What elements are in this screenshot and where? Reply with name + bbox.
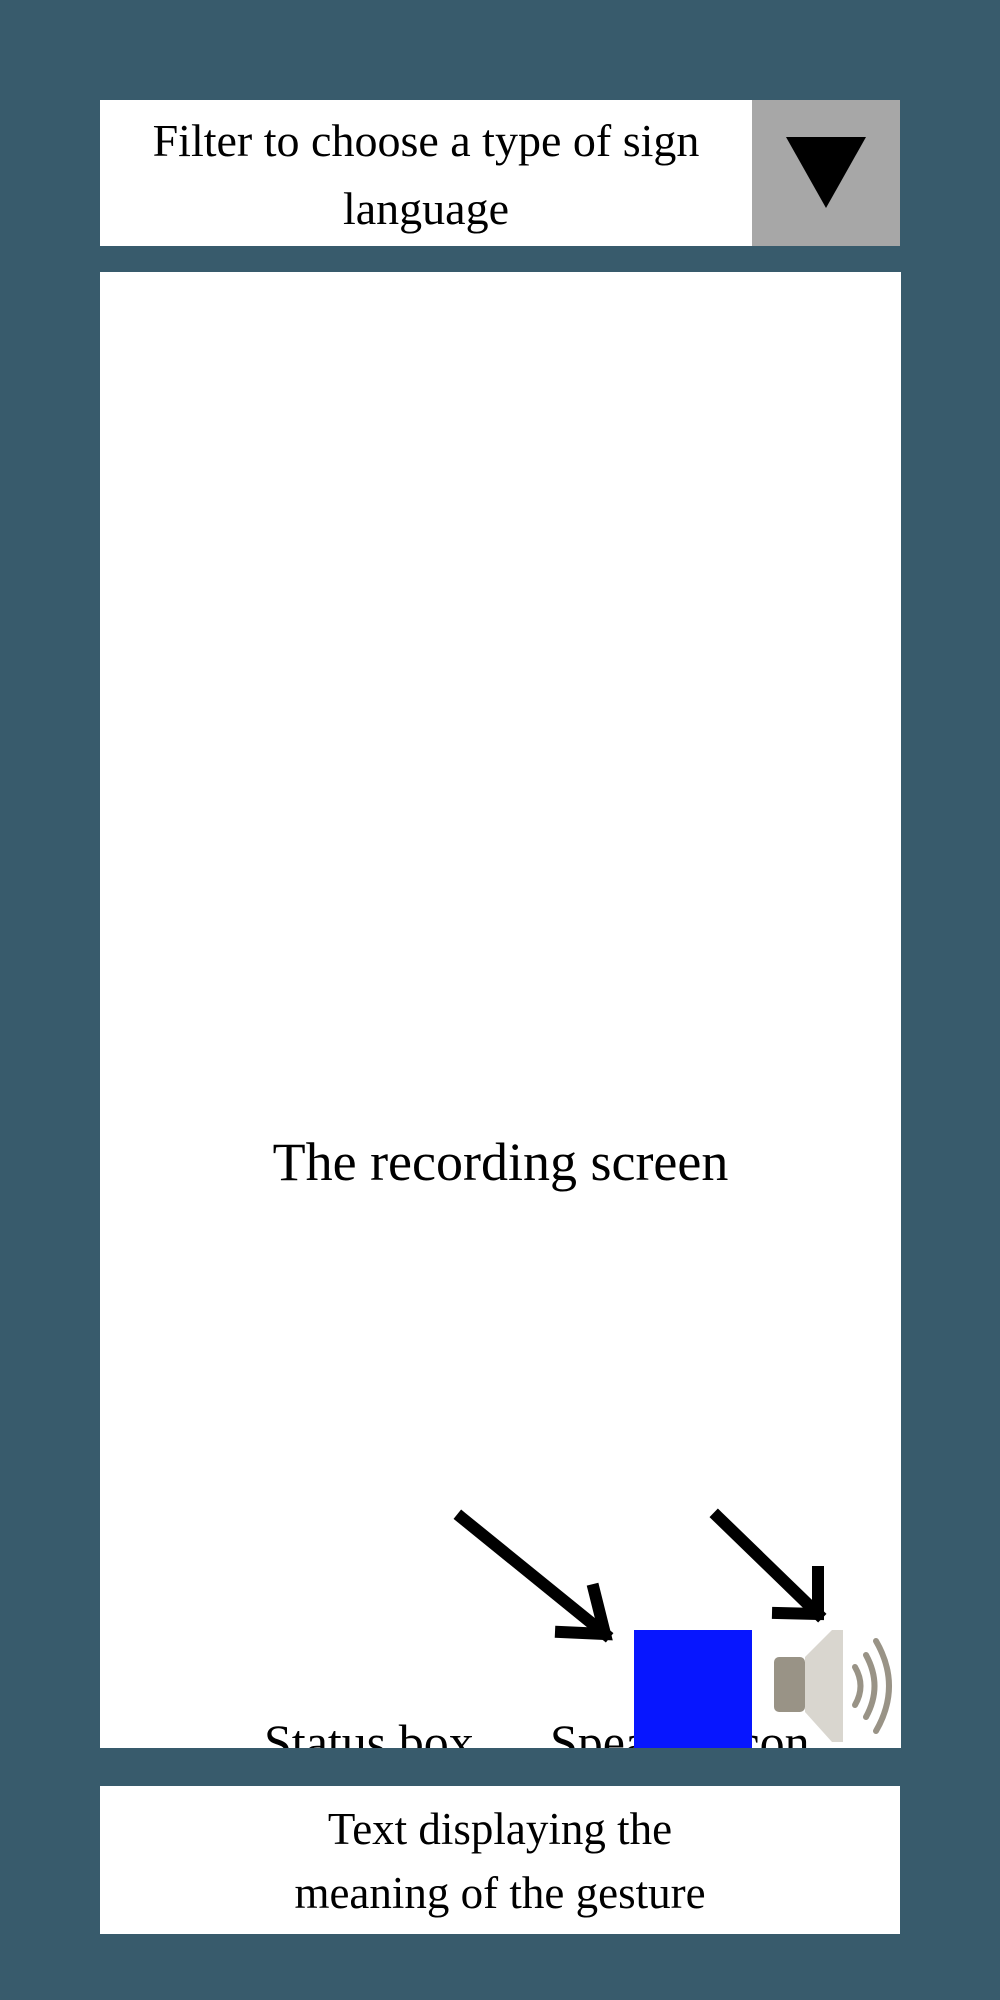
filter-label-line-1: Filter to choose a type of sign — [152, 115, 700, 166]
triangle-down-icon — [786, 137, 866, 208]
filter-dropdown-button[interactable] — [752, 100, 900, 246]
annotation-arrows — [453, 1508, 827, 1643]
status-box — [634, 1630, 752, 1748]
speaker-icon-arrow — [709, 1508, 827, 1623]
status-box-annotation: Status box — [264, 1714, 474, 1748]
sign-language-filter[interactable]: Filter to choose a type of sign language — [100, 100, 900, 246]
recording-screen[interactable]: The recording screen Status box Speaker … — [100, 272, 901, 1748]
speaker-icon[interactable] — [770, 1624, 901, 1748]
recording-screen-label: The recording screen — [272, 1132, 729, 1192]
speaker-icon — [774, 1630, 892, 1742]
gesture-meaning-line-2: meaning of the gesture — [294, 1868, 706, 1918]
gesture-meaning-line-1: Text displaying the — [327, 1804, 673, 1854]
gesture-meaning-text: Text displaying the meaning of the gestu… — [294, 1795, 705, 1925]
filter-label: Filter to choose a type of sign language — [100, 100, 752, 246]
status-box-arrow — [453, 1509, 614, 1643]
gesture-meaning-box: Text displaying the meaning of the gestu… — [100, 1786, 900, 1934]
filter-label-line-2: language — [342, 183, 509, 234]
